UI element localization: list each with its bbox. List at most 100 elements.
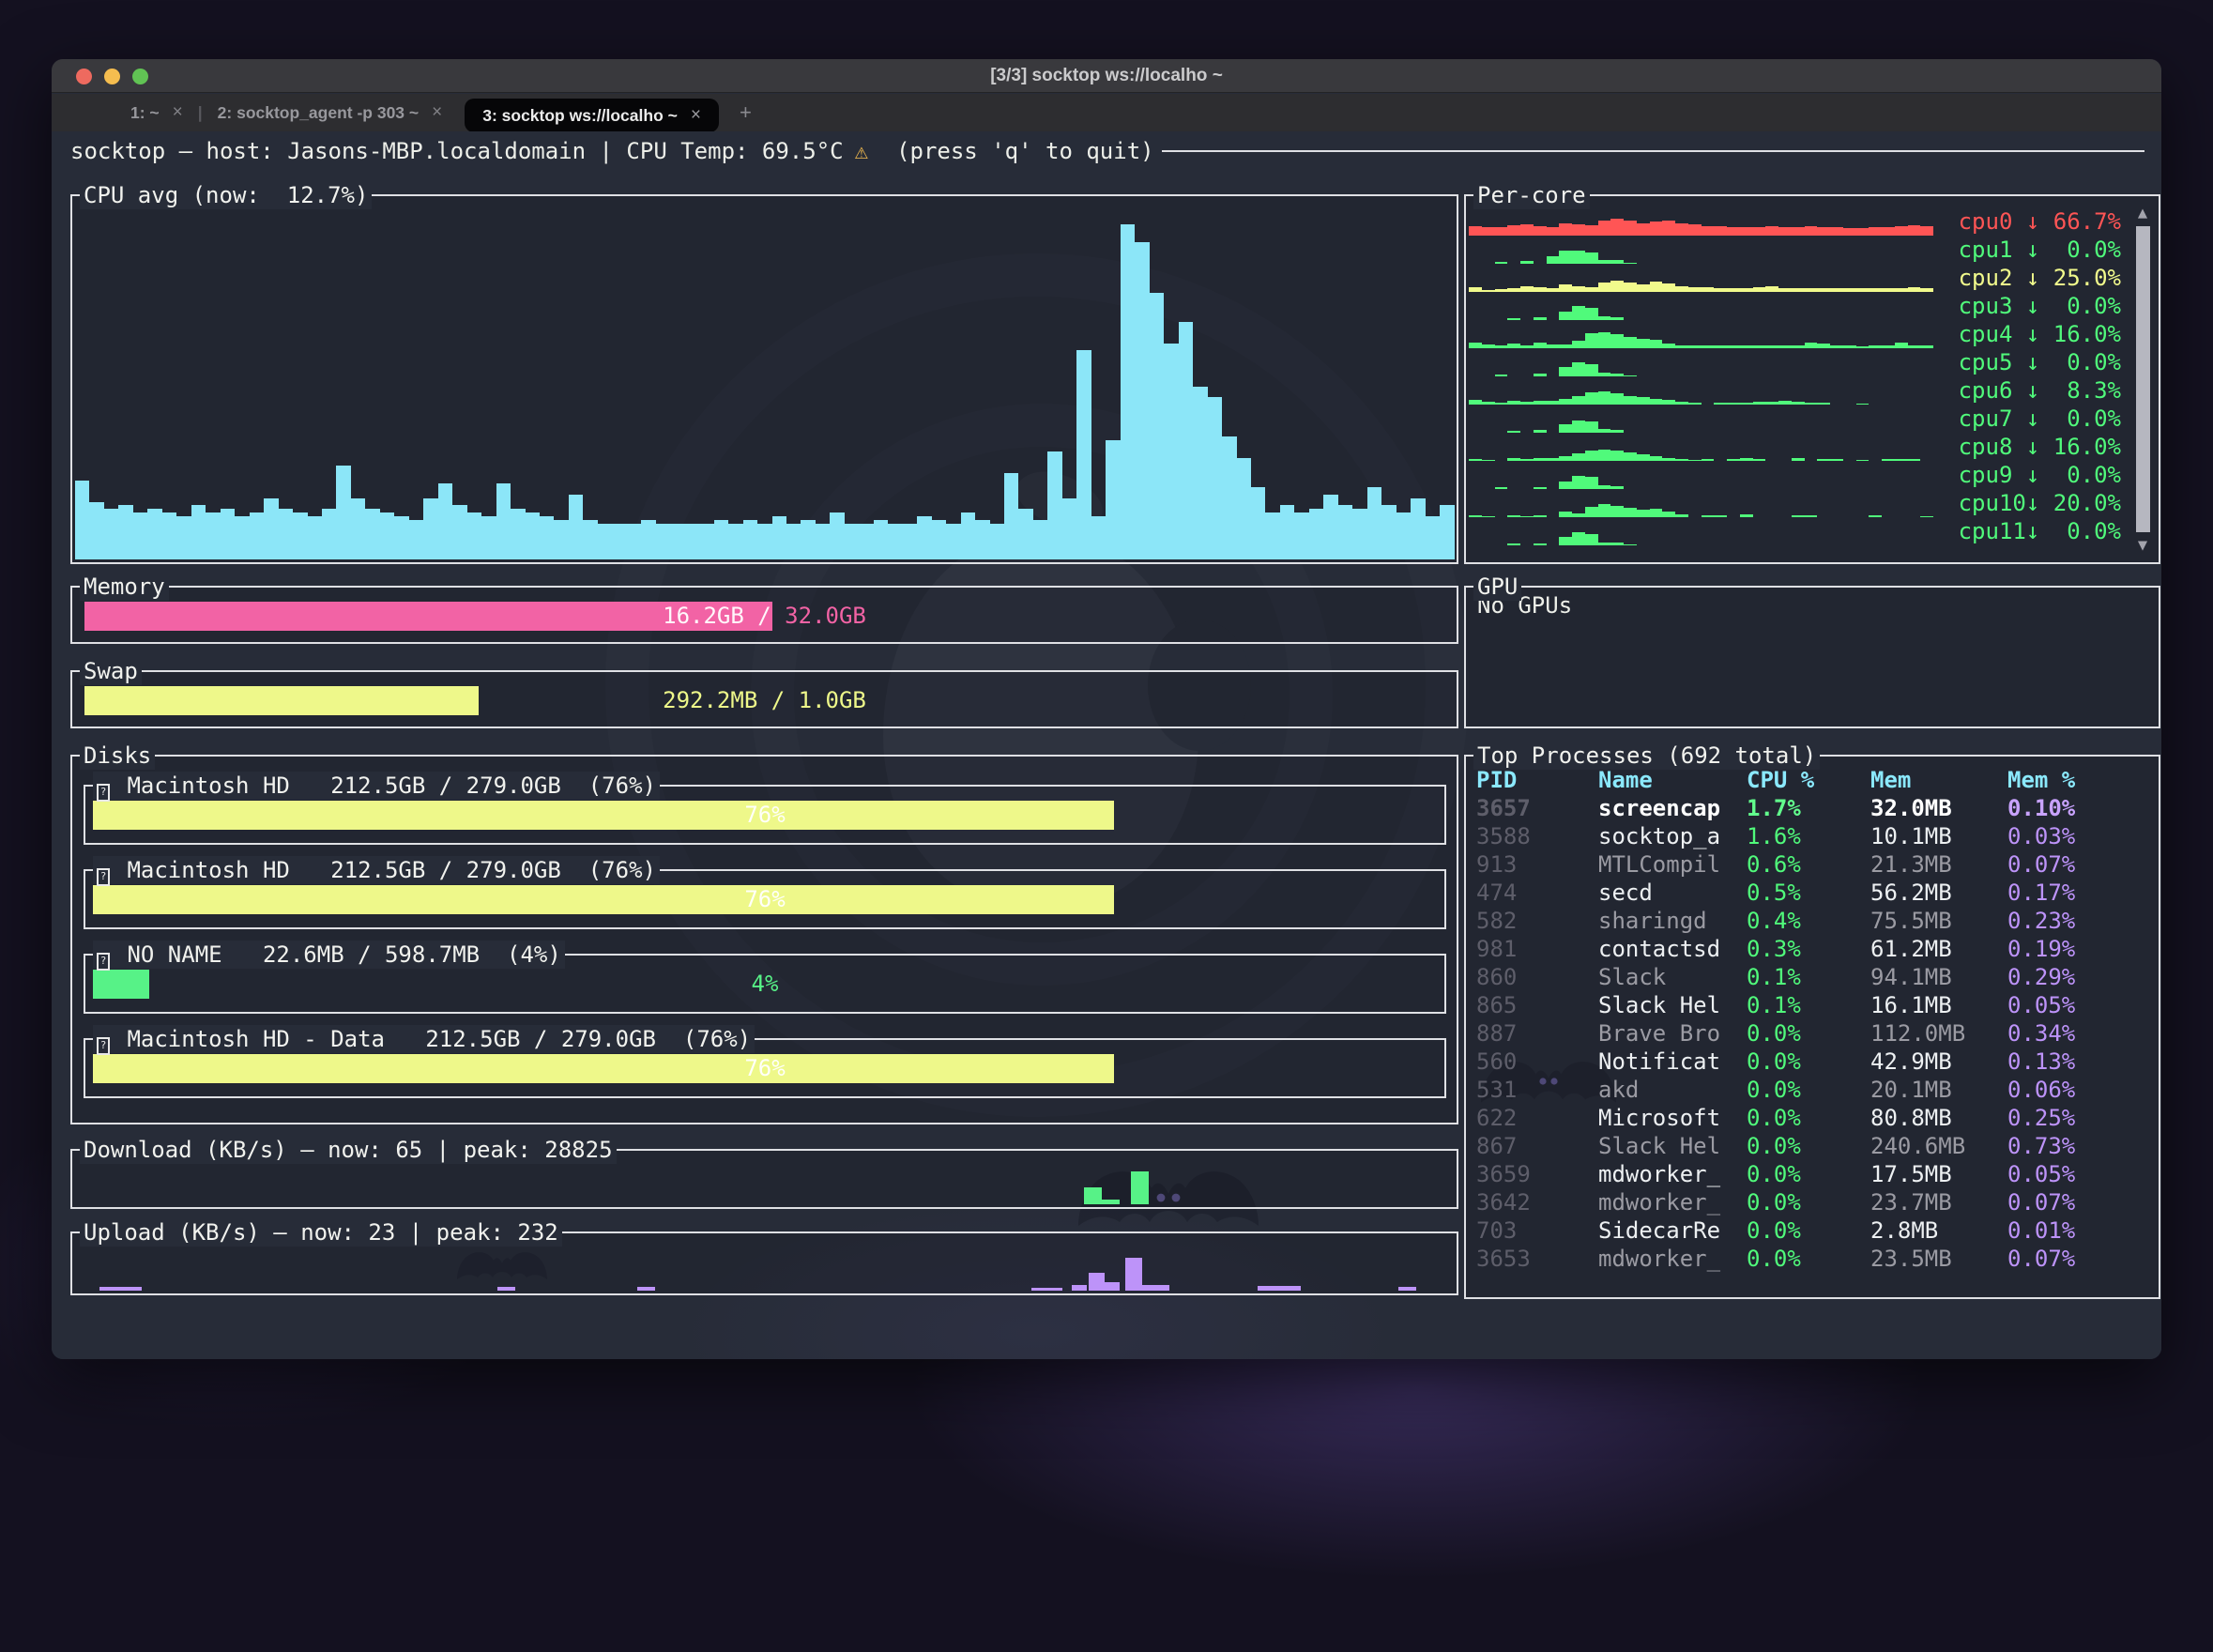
cpu-history-bar xyxy=(526,512,540,559)
spark-bar xyxy=(1637,397,1650,405)
disk-icon: ? xyxy=(97,784,110,802)
cpu-history-bar xyxy=(250,512,264,559)
tab-2[interactable]: 2: socktop_agent -p 303 ~ × xyxy=(205,94,456,131)
terminal-content: socktop — host: Jasons-MBP.localdomain |… xyxy=(52,131,2161,1359)
cpu-history-bar xyxy=(670,524,684,559)
spark-bar xyxy=(1624,508,1637,517)
gauge-label-clip: 292.2MB / 1.0GB xyxy=(84,686,479,715)
new-tab-button[interactable]: + xyxy=(725,100,767,125)
cpu-history-bar xyxy=(365,509,379,559)
spark-bar xyxy=(1792,402,1805,405)
cpu-history-bar xyxy=(104,509,118,559)
process-cell-pid: 981 xyxy=(1476,935,1598,963)
net-bar xyxy=(637,1287,655,1291)
spark-bar xyxy=(1585,421,1598,433)
cpu-history-bar xyxy=(380,512,394,559)
upload-title: Upload (KB/s) — now: 23 | peak: 232 xyxy=(80,1218,562,1247)
process-row: 531akd0.0%20.1MB0.06% xyxy=(1469,1076,2156,1104)
process-cell-pcpu: 0.0% xyxy=(1747,1104,1870,1132)
quit-hint: (press 'q' to quit) xyxy=(896,137,1154,165)
process-cell-pid: 531 xyxy=(1476,1076,1598,1104)
spark-bar xyxy=(1610,543,1624,545)
process-row: 582sharingd0.4%75.5MB0.23% xyxy=(1469,907,2156,935)
core-sparkline xyxy=(1469,295,1933,320)
process-cell-pcpu: 0.6% xyxy=(1747,850,1870,879)
cpu-history-bar xyxy=(308,516,322,559)
tab-3-active[interactable]: 3: socktop ws://localho ~ × xyxy=(465,99,719,132)
cpu-history-bar xyxy=(467,512,481,559)
process-cell-pmem: 56.2MB xyxy=(1870,879,2007,907)
tab-3-close-icon[interactable]: × xyxy=(691,99,701,132)
cpu-history-bar xyxy=(1121,224,1135,559)
spark-bar xyxy=(1624,544,1637,545)
cpu-history-bar xyxy=(1323,495,1337,559)
process-cell-pid: 560 xyxy=(1476,1048,1598,1076)
tab-1[interactable]: 1: ~ × xyxy=(117,94,196,131)
spark-bar xyxy=(1572,362,1585,376)
header-rule xyxy=(1162,150,2144,152)
spark-bar xyxy=(1908,225,1921,236)
net-bar xyxy=(1142,1285,1169,1291)
spark-bar xyxy=(1482,290,1495,292)
cpu-history-bar xyxy=(946,524,960,559)
spark-bar xyxy=(1585,333,1598,348)
spark-bar xyxy=(1662,400,1675,405)
core-row: cpu8 ↓ 16.0% xyxy=(1469,433,2121,461)
gauge-label-clip: 76% xyxy=(93,801,1114,830)
scroll-down-icon[interactable]: ▼ xyxy=(2138,536,2147,555)
spark-bar xyxy=(1469,515,1482,517)
spark-bar xyxy=(1559,482,1572,489)
spark-bar xyxy=(1559,399,1572,405)
spark-bar xyxy=(1908,345,1921,349)
spark-bar xyxy=(1817,227,1830,236)
spark-bar xyxy=(1559,223,1572,237)
disk-name-and-size: Macintosh HD - Data 212.5GB / 279.0GB (7… xyxy=(114,1026,751,1052)
spark-bar xyxy=(1765,402,1778,405)
disk-title: ? Macintosh HD 212.5GB / 279.0GB (76%) xyxy=(93,772,660,800)
spark-bar xyxy=(1688,287,1702,292)
app-header: socktop — host: Jasons-MBP.localdomain |… xyxy=(70,137,2144,165)
spark-bar xyxy=(1727,227,1740,236)
titlebar[interactable]: [3/3] socktop ws://localho ~ xyxy=(52,59,2161,93)
spark-bar xyxy=(1830,345,1843,348)
spark-bar xyxy=(1585,392,1598,405)
spark-bar xyxy=(1585,451,1598,461)
process-rows: 3657screencap1.7%32.0MB0.10%3588socktop_… xyxy=(1469,794,2156,1273)
disk-name-and-size: NO NAME 22.6MB / 598.7MB (4%) xyxy=(114,941,561,968)
scrollbar-thumb[interactable] xyxy=(2136,226,2150,532)
tab-1-label: 1: ~ xyxy=(130,94,160,131)
spark-bar xyxy=(1547,401,1560,405)
tab-1-close-icon[interactable]: × xyxy=(173,94,183,131)
spark-bar xyxy=(1805,226,1818,236)
net-bar xyxy=(1258,1286,1301,1291)
process-cell-pname: SidecarRe xyxy=(1598,1216,1747,1245)
process-cell-pmemp: 0.19% xyxy=(2007,935,2156,963)
cpu-history-bar xyxy=(221,509,235,559)
scroll-up-icon[interactable]: ▲ xyxy=(2138,204,2147,222)
spark-bar xyxy=(1559,512,1572,517)
spark-bar xyxy=(1650,340,1663,348)
spark-bar xyxy=(1482,516,1495,517)
core-label: cpu5 ↓ 0.0% xyxy=(1941,348,2121,376)
spark-bar xyxy=(1792,227,1805,236)
spark-bar xyxy=(1520,516,1534,517)
tab-2-close-icon[interactable]: × xyxy=(432,94,442,131)
process-cell-pmemp: 0.17% xyxy=(2007,879,2156,907)
cpu-history-bar xyxy=(757,524,771,559)
swap-gauge: 292.2MB / 1.0GB292.2MB / 1.0GB xyxy=(84,686,1444,715)
spark-bar xyxy=(1507,288,1520,292)
cpu-history-bar xyxy=(452,505,466,559)
spark-bar xyxy=(1598,429,1611,433)
per-core-scrollbar[interactable]: ▲ ▼ xyxy=(2131,204,2154,555)
spark-bar xyxy=(1585,308,1598,321)
cpu-history-bar xyxy=(656,524,670,559)
disk-panel: ? Macintosh HD 212.5GB / 279.0GB (76%)76… xyxy=(84,785,1446,845)
spark-bar xyxy=(1702,287,1715,292)
process-cell-pcpu: 1.7% xyxy=(1747,794,1870,822)
spark-bar xyxy=(1495,227,1508,236)
disk-list: ? Macintosh HD 212.5GB / 279.0GB (76%)76… xyxy=(72,757,1457,1123)
tab-3-label: 3: socktop ws://localho ~ xyxy=(482,99,678,132)
cpu-history-bar xyxy=(1367,487,1381,559)
gauge-label-clip: 16.2GB / 32.0GB xyxy=(84,602,772,631)
spark-bar xyxy=(1869,227,1882,236)
